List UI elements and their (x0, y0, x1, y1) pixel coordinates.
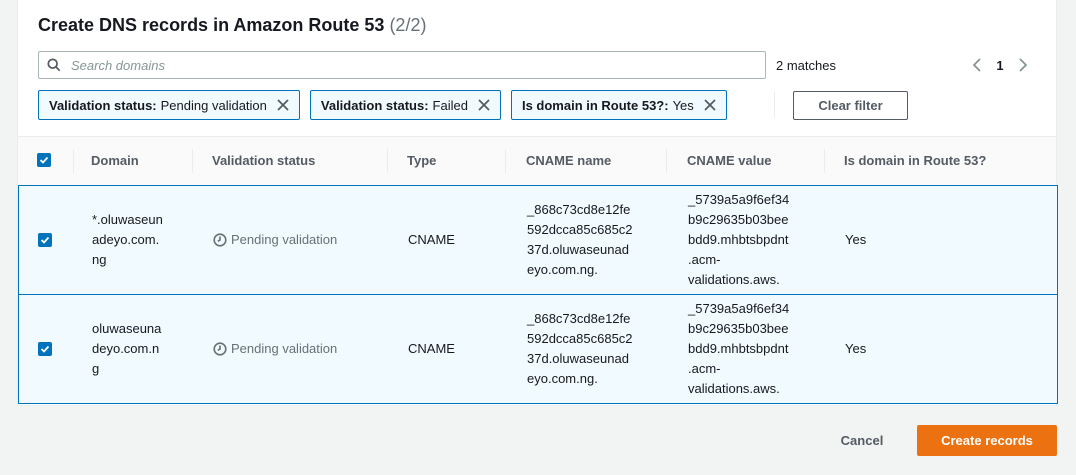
current-page-number[interactable]: 1 (988, 58, 1012, 73)
close-icon[interactable] (704, 99, 716, 111)
pagination: 1 (966, 55, 1034, 75)
panel-title: Create DNS records in Amazon Route 53 (2… (38, 15, 426, 36)
column-divider (505, 149, 506, 173)
table-header: Domain Validation status Type CNAME name… (18, 136, 1056, 185)
type-cell: CNAME (408, 341, 455, 356)
checkmark-icon (40, 345, 50, 353)
clear-filter-button[interactable]: Clear filter (793, 91, 908, 120)
column-header-validation-status[interactable]: Validation status (212, 153, 315, 168)
clock-icon (213, 233, 227, 247)
search-box[interactable] (38, 51, 766, 79)
domain-line: *.oluwaseun (92, 212, 163, 227)
domain-line: deyo.com.n (92, 341, 160, 356)
close-icon[interactable] (478, 99, 490, 111)
cname-name-cell: _868c73cd8e12fe 592dcca85c685c2 37d.oluw… (527, 200, 633, 280)
table-row[interactable]: *.oluwaseun adeyo.com. ng Pending valida… (18, 185, 1058, 295)
search-input[interactable] (71, 55, 751, 75)
search-icon (47, 58, 61, 72)
select-all-checkbox[interactable] (37, 153, 51, 167)
cname-name-cell: _868c73cd8e12fe 592dcca85c685c2 37d.oluw… (527, 309, 633, 389)
column-divider (192, 149, 193, 173)
type-cell: CNAME (408, 232, 455, 247)
cname-value-line: .acm- (688, 252, 721, 267)
filter-token-value: Failed (432, 97, 468, 113)
chevron-right-icon (1019, 58, 1028, 72)
cname-value-line: _5739a5a9f6ef34 (688, 301, 790, 316)
filter-token: Validation status: Pending validation (38, 90, 300, 120)
validation-status-cell: Pending validation (213, 339, 337, 359)
cname-value-line: validations.aws. (688, 381, 780, 396)
cname-value-line: bdd9.mhbtsbpdnt (688, 341, 789, 356)
column-divider (73, 149, 74, 173)
cname-value-line: .acm- (688, 361, 721, 376)
row-checkbox[interactable] (38, 342, 52, 356)
cname-name-line: 592dcca85c685c2 (527, 222, 633, 237)
create-records-button[interactable]: Create records (917, 425, 1057, 456)
cname-name-line: 37d.oluwaseunad (527, 351, 629, 366)
filter-token-key: Validation status: (49, 97, 157, 113)
matches-count: 2 matches (776, 58, 836, 73)
filter-token-value: Yes (672, 97, 694, 113)
panel-title-text: Create DNS records in Amazon Route 53 (38, 15, 385, 35)
dns-records-panel: Create DNS records in Amazon Route 53 (2… (17, 0, 1058, 406)
domain-cell: oluwaseuna deyo.com.n g (92, 319, 161, 379)
in-route53-cell: Yes (845, 341, 867, 356)
cname-value-cell: _5739a5a9f6ef34 b9c29635b03bee bdd9.mhbt… (688, 190, 789, 290)
close-icon[interactable] (277, 99, 289, 111)
domain-line: oluwaseuna (92, 321, 162, 336)
cname-name-line: 592dcca85c685c2 (527, 331, 633, 346)
cname-name-line: _868c73cd8e12fe (527, 202, 631, 217)
cname-value-line: b9c29635b03bee (688, 212, 789, 227)
column-divider (387, 149, 388, 173)
domain-line: g (92, 361, 100, 376)
validation-status-text: Pending validation (231, 341, 338, 356)
cname-value-line: bdd9.mhbtsbpdnt (688, 232, 789, 247)
filter-token-value: Pending validation (160, 97, 267, 113)
column-header-cname-name[interactable]: CNAME name (526, 153, 611, 168)
next-page-button[interactable] (1012, 55, 1034, 75)
cname-name-line: eyo.com.ng. (527, 371, 598, 386)
clock-icon (213, 342, 227, 356)
domain-line: adeyo.com. (92, 232, 160, 247)
cname-name-line: eyo.com.ng. (527, 262, 598, 277)
cname-name-line: _868c73cd8e12fe (527, 311, 631, 326)
cname-value-line: _5739a5a9f6ef34 (688, 192, 790, 207)
validation-status-text: Pending validation (231, 232, 338, 247)
domain-cell: *.oluwaseun adeyo.com. ng (92, 210, 163, 270)
filter-divider (774, 92, 775, 118)
table-row[interactable]: oluwaseuna deyo.com.n g Pending validati… (18, 294, 1058, 404)
column-header-type[interactable]: Type (407, 153, 436, 168)
cname-value-line: b9c29635b03bee (688, 321, 789, 336)
filter-token-key: Validation status: (320, 97, 429, 113)
checkmark-icon (39, 156, 49, 164)
column-header-cname-value[interactable]: CNAME value (687, 153, 772, 168)
row-checkbox[interactable] (38, 233, 52, 247)
column-divider (666, 149, 667, 173)
selection-count: (2/2) (389, 15, 427, 35)
domain-line: ng (92, 252, 107, 267)
filter-token: Validation status: Failed (309, 90, 501, 120)
filter-token: Is domain in Route 53?: Yes (510, 90, 727, 120)
column-header-in-route53[interactable]: Is domain in Route 53? (844, 153, 986, 168)
validation-status-cell: Pending validation (213, 230, 337, 250)
cname-name-line: 37d.oluwaseunad (527, 242, 629, 257)
previous-page-button[interactable] (966, 55, 988, 75)
checkmark-icon (40, 236, 50, 244)
column-divider (824, 149, 825, 173)
cancel-button[interactable]: Cancel (820, 426, 904, 455)
in-route53-cell: Yes (845, 232, 867, 247)
chevron-left-icon (972, 58, 981, 72)
cname-value-cell: _5739a5a9f6ef34 b9c29635b03bee bdd9.mhbt… (688, 299, 789, 399)
filter-token-key: Is domain in Route 53?: (521, 97, 669, 113)
filter-tokens: Validation status: Pending validation Va… (38, 90, 727, 120)
cname-value-line: validations.aws. (688, 272, 780, 287)
column-header-domain[interactable]: Domain (91, 153, 139, 168)
